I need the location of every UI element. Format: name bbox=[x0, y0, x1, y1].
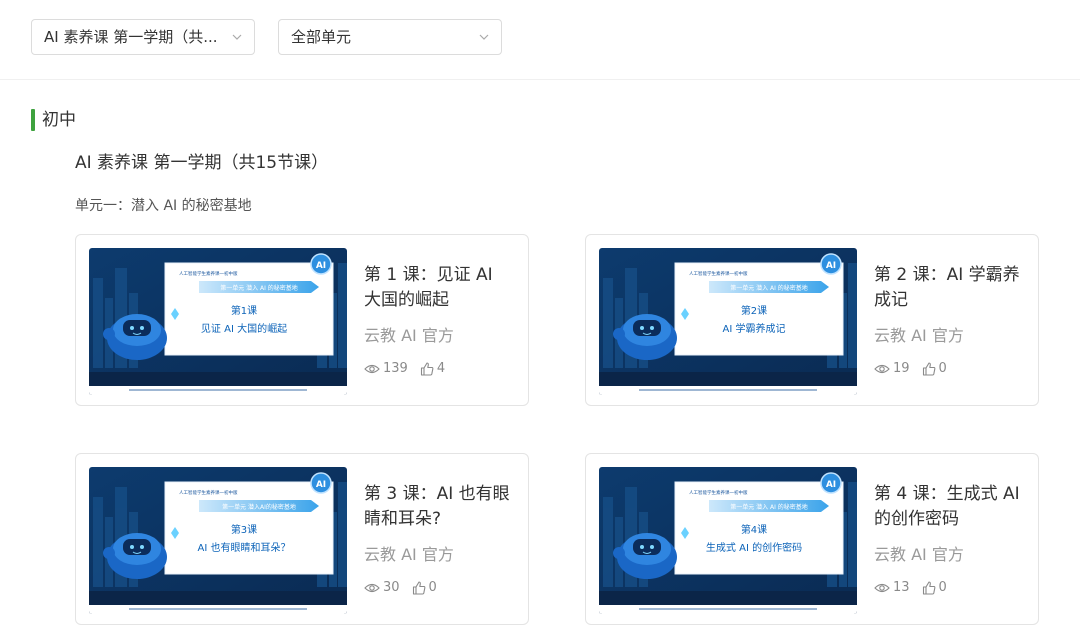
thumb-lesson-name: 生成式 AI 的创作密码 bbox=[706, 541, 802, 554]
thumb-lesson-number: 第2课 bbox=[741, 304, 767, 317]
likes-stat[interactable]: 0 bbox=[922, 579, 947, 597]
likes-count: 4 bbox=[436, 361, 446, 376]
lesson-thumbnail[interactable]: 人工智能学生素养课一初中版 第一单元 潜入 AI 的秘密基地 第1课 见证 AI… bbox=[89, 248, 347, 395]
views-count: 13 bbox=[893, 580, 910, 595]
ai-badge: AI bbox=[826, 480, 836, 490]
thumb-lesson-name: 见证 AI 大国的崛起 bbox=[201, 322, 287, 335]
chevron-down-icon bbox=[232, 34, 242, 40]
views-count: 19 bbox=[893, 361, 910, 376]
lesson-author: 云教 AI 官方 bbox=[874, 545, 964, 564]
eye-icon bbox=[874, 583, 890, 593]
unit-select-value: 全部单元 bbox=[291, 28, 352, 46]
eye-icon bbox=[364, 364, 380, 374]
unit-select[interactable]: 全部单元 bbox=[278, 19, 502, 55]
ai-badge: AI bbox=[826, 261, 836, 271]
likes-count: 0 bbox=[938, 361, 947, 376]
thumbs-up-icon bbox=[922, 362, 935, 376]
thumb-lesson-number: 第3课 bbox=[231, 523, 257, 536]
course-title: AI 素养课 第一学期（共15节课） bbox=[75, 153, 329, 173]
lesson-title[interactable]: 第 3 课：AI 也有眼睛和耳朵? bbox=[364, 482, 514, 532]
thumb-banner: 第一单元 潜入 AI 的秘密基地 bbox=[220, 284, 298, 292]
lesson-card[interactable]: 人工智能学生素养课一初中版 第一单元 潜入 AI 的秘密基地 第4课 生成式 A… bbox=[585, 453, 1039, 625]
thumb-header: 人工智能学生素养课一初中版 bbox=[689, 489, 748, 496]
thumb-lesson-number: 第4课 bbox=[741, 523, 767, 536]
thumb-header: 人工智能学生素养课一初中版 bbox=[179, 270, 238, 277]
course-select[interactable]: AI 素养课 第一学期（共... bbox=[31, 19, 255, 55]
views-stat: 30 bbox=[364, 579, 400, 597]
lesson-stats: 30 0 bbox=[364, 579, 449, 597]
thumb-banner: 第一单元 潜入 AI 的秘密基地 bbox=[730, 284, 808, 292]
views-count: 30 bbox=[383, 580, 400, 595]
lesson-author: 云教 AI 官方 bbox=[874, 326, 964, 345]
views-stat: 13 bbox=[874, 579, 910, 597]
filter-bar: AI 素养课 第一学期（共... 全部单元 bbox=[0, 0, 1080, 80]
likes-stat[interactable]: 0 bbox=[412, 579, 437, 597]
likes-stat[interactable]: 4 bbox=[420, 360, 445, 378]
likes-count: 0 bbox=[938, 580, 947, 595]
lesson-title[interactable]: 第 1 课：见证 AI 大国的崛起 bbox=[364, 263, 514, 313]
likes-stat[interactable]: 0 bbox=[922, 360, 947, 378]
lesson-card[interactable]: 人工智能学生素养课一初中版 第一单元 潜入 AI 的秘密基地 第1课 见证 AI… bbox=[75, 234, 529, 406]
thumbs-up-icon bbox=[922, 581, 935, 595]
thumb-lesson-name: AI 学霸养成记 bbox=[723, 322, 786, 335]
thumb-header: 人工智能学生素养课一初中版 bbox=[689, 270, 748, 277]
lesson-title[interactable]: 第 4 课：生成式 AI 的创作密码 bbox=[874, 482, 1024, 532]
thumb-lesson-number: 第1课 bbox=[231, 304, 257, 317]
lesson-card[interactable]: 人工智能学生素养课一初中版 第一单元 潜入 AI 的秘密基地 第2课 AI 学霸… bbox=[585, 234, 1039, 406]
thumb-banner: 第一单元 潜入 AI 的秘密基地 bbox=[730, 503, 808, 511]
lesson-thumbnail[interactable]: 人工智能学生素养课一初中版 第一单元 潜入 AI 的秘密基地 第2课 AI 学霸… bbox=[599, 248, 857, 395]
lesson-thumbnail[interactable]: 人工智能学生素养课一初中版 第一单元 潜入 AI 的秘密基地 第4课 生成式 A… bbox=[599, 467, 857, 614]
lesson-author: 云教 AI 官方 bbox=[364, 326, 454, 345]
lesson-thumbnail[interactable]: 人工智能学生素养课一初中版 第一单元 潜入AI的秘密基地 第3课 AI 也有眼睛… bbox=[89, 467, 347, 614]
likes-count: 0 bbox=[428, 580, 437, 595]
lesson-title[interactable]: 第 2 课：AI 学霸养成记 bbox=[874, 263, 1024, 313]
lesson-stats: 13 0 bbox=[874, 579, 959, 597]
views-stat: 139 bbox=[364, 360, 408, 378]
section-title: 初中 bbox=[42, 110, 76, 130]
chevron-down-icon bbox=[479, 34, 489, 40]
ai-badge: AI bbox=[316, 261, 326, 271]
thumbs-up-icon bbox=[420, 362, 434, 376]
ai-badge: AI bbox=[316, 480, 326, 490]
thumb-header: 人工智能学生素养课一初中版 bbox=[179, 489, 238, 496]
section-accent-bar bbox=[31, 109, 35, 131]
course-select-value: AI 素养课 第一学期（共... bbox=[44, 28, 218, 46]
thumb-banner: 第一单元 潜入AI的秘密基地 bbox=[222, 503, 296, 511]
eye-icon bbox=[874, 364, 890, 374]
eye-icon bbox=[364, 583, 380, 593]
lesson-author: 云教 AI 官方 bbox=[364, 545, 454, 564]
unit-title: 单元一：潜入 AI 的秘密基地 bbox=[75, 198, 252, 214]
views-stat: 19 bbox=[874, 360, 910, 378]
thumbs-up-icon bbox=[412, 581, 425, 595]
lesson-stats: 19 0 bbox=[874, 360, 959, 378]
lesson-card[interactable]: 人工智能学生素养课一初中版 第一单元 潜入AI的秘密基地 第3课 AI 也有眼睛… bbox=[75, 453, 529, 625]
views-count: 139 bbox=[383, 361, 408, 376]
lesson-stats: 139 4 bbox=[364, 360, 457, 378]
thumb-lesson-name: AI 也有眼睛和耳朵？ bbox=[198, 541, 291, 554]
